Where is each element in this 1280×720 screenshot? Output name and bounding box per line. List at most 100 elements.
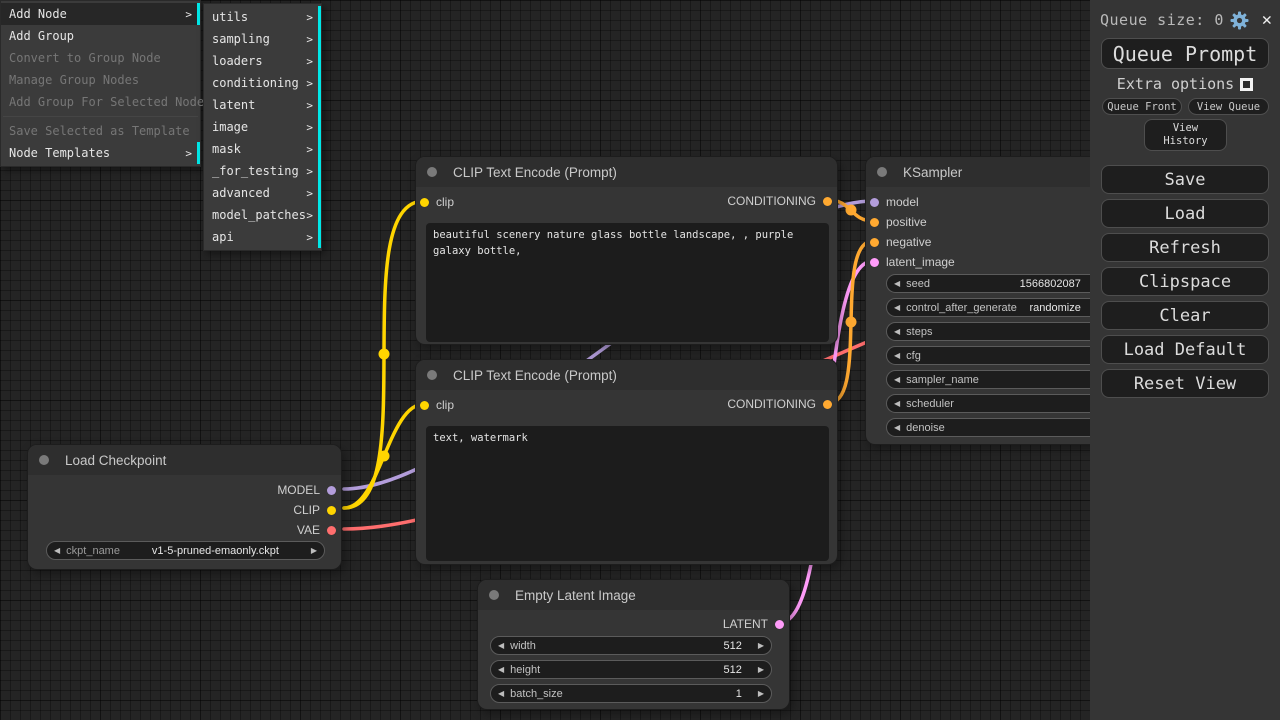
- node-title: Load Checkpoint: [65, 453, 166, 468]
- widget-sampler-name[interactable]: ◀ sampler_name: [886, 370, 1109, 389]
- node-title-bar[interactable]: CLIP Text Encode (Prompt): [416, 360, 837, 390]
- clear-button[interactable]: Clear: [1101, 301, 1269, 330]
- output-slot-latent[interactable]: [775, 620, 784, 629]
- submenu-item-mask[interactable]: mask >: [204, 138, 321, 160]
- menu-item-node-templates[interactable]: Node Templates >: [1, 142, 200, 164]
- prompt-textarea[interactable]: beautiful scenery nature glass bottle la…: [426, 223, 829, 342]
- submenu-arrow-icon: >: [306, 99, 313, 112]
- extra-options-checkbox[interactable]: [1240, 78, 1253, 91]
- prompt-textarea[interactable]: text, watermark: [426, 426, 829, 561]
- node-title: CLIP Text Encode (Prompt): [453, 368, 617, 383]
- output-slot-clip[interactable]: [327, 506, 336, 515]
- add-node-submenu: utils > sampling > loaders > conditionin…: [203, 3, 322, 251]
- output-slot-conditioning[interactable]: [823, 400, 832, 409]
- output-slot-conditioning[interactable]: [823, 197, 832, 206]
- submenu-item-sampling[interactable]: sampling >: [204, 28, 321, 50]
- clipspace-button[interactable]: Clipspace: [1101, 267, 1269, 296]
- node-title-bar[interactable]: Empty Latent Image: [478, 580, 789, 610]
- input-slot-clip[interactable]: [420, 401, 429, 410]
- widget-control-after-generate[interactable]: ◀ control_after_generate randomize ▶: [886, 298, 1109, 317]
- widget-height[interactable]: ◀ height 512 ▶: [490, 660, 772, 679]
- submenu-arrow-icon: >: [306, 187, 313, 200]
- collapse-dot-icon[interactable]: [39, 455, 49, 465]
- widget-right-arrow-icon[interactable]: ▶: [758, 689, 764, 698]
- menu-item-add-node[interactable]: Add Node >: [1, 3, 200, 25]
- widget-left-arrow-icon[interactable]: ◀: [894, 375, 900, 384]
- widget-left-arrow-icon[interactable]: ◀: [498, 665, 504, 674]
- node-title-bar[interactable]: CLIP Text Encode (Prompt): [416, 157, 837, 187]
- load-default-button[interactable]: Load Default: [1101, 335, 1269, 364]
- widget-left-arrow-icon[interactable]: ◀: [894, 423, 900, 432]
- submenu-item-conditioning[interactable]: conditioning >: [204, 72, 321, 94]
- widget-denoise[interactable]: ◀ denoise: [886, 418, 1109, 437]
- widget-scheduler[interactable]: ◀ scheduler: [886, 394, 1109, 413]
- input-slot-clip[interactable]: [420, 198, 429, 207]
- node-empty-latent-image[interactable]: Empty Latent Image LATENT ◀ width 512 ▶ …: [477, 579, 790, 710]
- output-slot-label: VAE: [297, 523, 320, 537]
- collapse-dot-icon[interactable]: [877, 167, 887, 177]
- node-ksampler[interactable]: KSampler model positive negative latent_…: [865, 156, 1115, 445]
- node-load-checkpoint[interactable]: Load Checkpoint MODEL CLIP VAE ◀ ckpt_na…: [27, 444, 342, 570]
- output-slot-label: CONDITIONING: [727, 194, 816, 208]
- output-slot-vae[interactable]: [327, 526, 336, 535]
- reset-view-button[interactable]: Reset View: [1101, 369, 1269, 398]
- close-icon[interactable]: ✕: [1262, 12, 1272, 29]
- menu-item-add-group[interactable]: Add Group: [1, 25, 200, 47]
- submenu-item-advanced[interactable]: advanced >: [204, 182, 321, 204]
- input-slot-latent-image[interactable]: [870, 258, 879, 267]
- submenu-item-for-testing[interactable]: _for_testing >: [204, 160, 321, 182]
- submenu-item-model-patches[interactable]: model_patches >: [204, 204, 321, 226]
- widget-right-arrow-icon[interactable]: ▶: [311, 546, 317, 555]
- widget-left-arrow-icon[interactable]: ◀: [498, 641, 504, 650]
- node-title-bar[interactable]: Load Checkpoint: [28, 445, 341, 475]
- submenu-arrow-icon: >: [306, 33, 313, 46]
- widget-left-arrow-icon[interactable]: ◀: [894, 279, 900, 288]
- widget-seed[interactable]: ◀ seed 1566802087 ▶: [886, 274, 1109, 293]
- widget-cfg[interactable]: ◀ cfg: [886, 346, 1109, 365]
- widget-left-arrow-icon[interactable]: ◀: [894, 351, 900, 360]
- node-clip-text-encode-1[interactable]: CLIP Text Encode (Prompt) clip CONDITION…: [415, 156, 838, 345]
- widget-left-arrow-icon[interactable]: ◀: [894, 303, 900, 312]
- save-button[interactable]: Save: [1101, 165, 1269, 194]
- input-slot-label: latent_image: [886, 255, 955, 269]
- input-slot-negative[interactable]: [870, 238, 879, 247]
- widget-left-arrow-icon[interactable]: ◀: [894, 399, 900, 408]
- widget-width[interactable]: ◀ width 512 ▶: [490, 636, 772, 655]
- output-slot-label: CLIP: [293, 503, 320, 517]
- view-queue-button[interactable]: View Queue: [1188, 98, 1269, 115]
- output-slot-model[interactable]: [327, 486, 336, 495]
- comfy-menu-panel: Queue size: 0 ✕ Queue Prompt Extra optio…: [1090, 0, 1280, 720]
- widget-left-arrow-icon[interactable]: ◀: [54, 546, 60, 555]
- widget-left-arrow-icon[interactable]: ◀: [894, 327, 900, 336]
- input-slot-model[interactable]: [870, 198, 879, 207]
- submenu-item-loaders[interactable]: loaders >: [204, 50, 321, 72]
- load-button[interactable]: Load: [1101, 199, 1269, 228]
- wire-dot-positive: [846, 205, 857, 216]
- collapse-dot-icon[interactable]: [427, 167, 437, 177]
- submenu-item-latent[interactable]: latent >: [204, 94, 321, 116]
- output-slot-label: LATENT: [723, 617, 768, 631]
- menu-item-add-group-for-selected-nodes: Add Group For Selected Nodes: [1, 91, 200, 113]
- widget-steps[interactable]: ◀ steps: [886, 322, 1109, 341]
- node-clip-text-encode-2[interactable]: CLIP Text Encode (Prompt) clip CONDITION…: [415, 359, 838, 565]
- queue-prompt-button[interactable]: Queue Prompt: [1101, 38, 1269, 69]
- submenu-item-api[interactable]: api >: [204, 226, 321, 248]
- widget-ckpt-name[interactable]: ◀ ckpt_name v1-5-pruned-emaonly.ckpt ▶: [46, 541, 325, 560]
- settings-gear-icon[interactable]: [1230, 11, 1249, 30]
- submenu-item-utils[interactable]: utils >: [204, 6, 321, 28]
- queue-front-button[interactable]: Queue Front: [1102, 98, 1182, 115]
- submenu-arrow-icon: >: [306, 55, 313, 68]
- view-history-button[interactable]: View History: [1144, 119, 1227, 151]
- input-slot-positive[interactable]: [870, 218, 879, 227]
- widget-right-arrow-icon[interactable]: ▶: [758, 641, 764, 650]
- widget-right-arrow-icon[interactable]: ▶: [758, 665, 764, 674]
- collapse-dot-icon[interactable]: [427, 370, 437, 380]
- widget-batch-size[interactable]: ◀ batch_size 1 ▶: [490, 684, 772, 703]
- collapse-dot-icon[interactable]: [489, 590, 499, 600]
- queue-size-label: Queue size: 0: [1100, 11, 1224, 29]
- refresh-button[interactable]: Refresh: [1101, 233, 1269, 262]
- widget-left-arrow-icon[interactable]: ◀: [498, 689, 504, 698]
- submenu-arrow-icon: >: [306, 77, 313, 90]
- submenu-item-image[interactable]: image >: [204, 116, 321, 138]
- node-title-bar[interactable]: KSampler: [866, 157, 1114, 187]
